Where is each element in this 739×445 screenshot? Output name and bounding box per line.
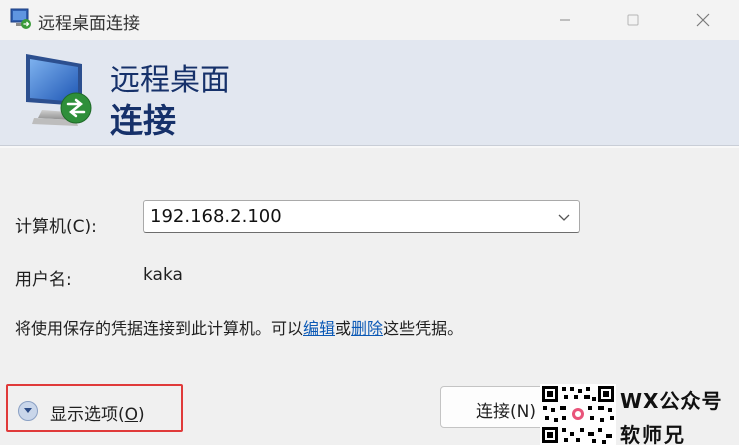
remote-desktop-monitor-icon xyxy=(26,54,92,126)
delete-credentials-link[interactable]: 删除 xyxy=(351,319,383,338)
banner-title-line-2: 连接 xyxy=(110,101,176,140)
banner-title-line-1: 远程桌面 xyxy=(110,63,230,98)
qr-code-icon xyxy=(540,384,616,445)
maximize-icon xyxy=(627,14,639,26)
computer-label: 计算机(C): xyxy=(15,217,97,237)
watermark-line-1: WX公众号 xyxy=(620,389,723,413)
show-options-prefix: 显示选项( xyxy=(50,405,125,425)
title-bar: 远程桌面连接 xyxy=(0,0,739,40)
saved-credentials-info: 将使用保存的凭据连接到此计算机。可以编辑或删除这些凭据。 xyxy=(15,315,463,339)
window-title: 远程桌面连接 xyxy=(38,14,140,34)
show-options-button[interactable]: 显示选项(O) xyxy=(18,399,178,425)
show-options-accesskey: O xyxy=(124,405,139,425)
expand-circle-icon[interactable] xyxy=(18,401,38,421)
info-middle: 或 xyxy=(335,319,352,338)
show-options-label[interactable]: 显示选项(O) xyxy=(50,400,145,425)
info-suffix: 这些凭据。 xyxy=(383,319,464,338)
remote-desktop-app-icon xyxy=(10,8,31,29)
username-label: 用户名: xyxy=(15,270,72,290)
connect-button-label: 连接(N) xyxy=(476,402,536,422)
chevron-down-icon xyxy=(24,408,32,413)
username-value: kaka xyxy=(143,265,183,285)
computer-combobox[interactable]: 192.168.2.100 xyxy=(143,200,580,233)
edit-credentials-link[interactable]: 编辑 xyxy=(303,319,335,338)
info-prefix: 将使用保存的凭据连接到此计算机。可以 xyxy=(15,319,304,338)
close-button[interactable] xyxy=(691,8,715,32)
computer-value[interactable]: 192.168.2.100 xyxy=(150,206,282,227)
banner-divider-highlight xyxy=(0,146,739,148)
minimize-icon xyxy=(560,19,570,21)
show-options-suffix: ) xyxy=(138,405,145,425)
watermark-line-2: 软师兄 xyxy=(620,423,686,445)
maximize-button[interactable] xyxy=(621,8,645,32)
minimize-button[interactable] xyxy=(553,8,577,32)
chevron-down-icon[interactable] xyxy=(556,209,572,225)
close-icon xyxy=(696,13,710,27)
